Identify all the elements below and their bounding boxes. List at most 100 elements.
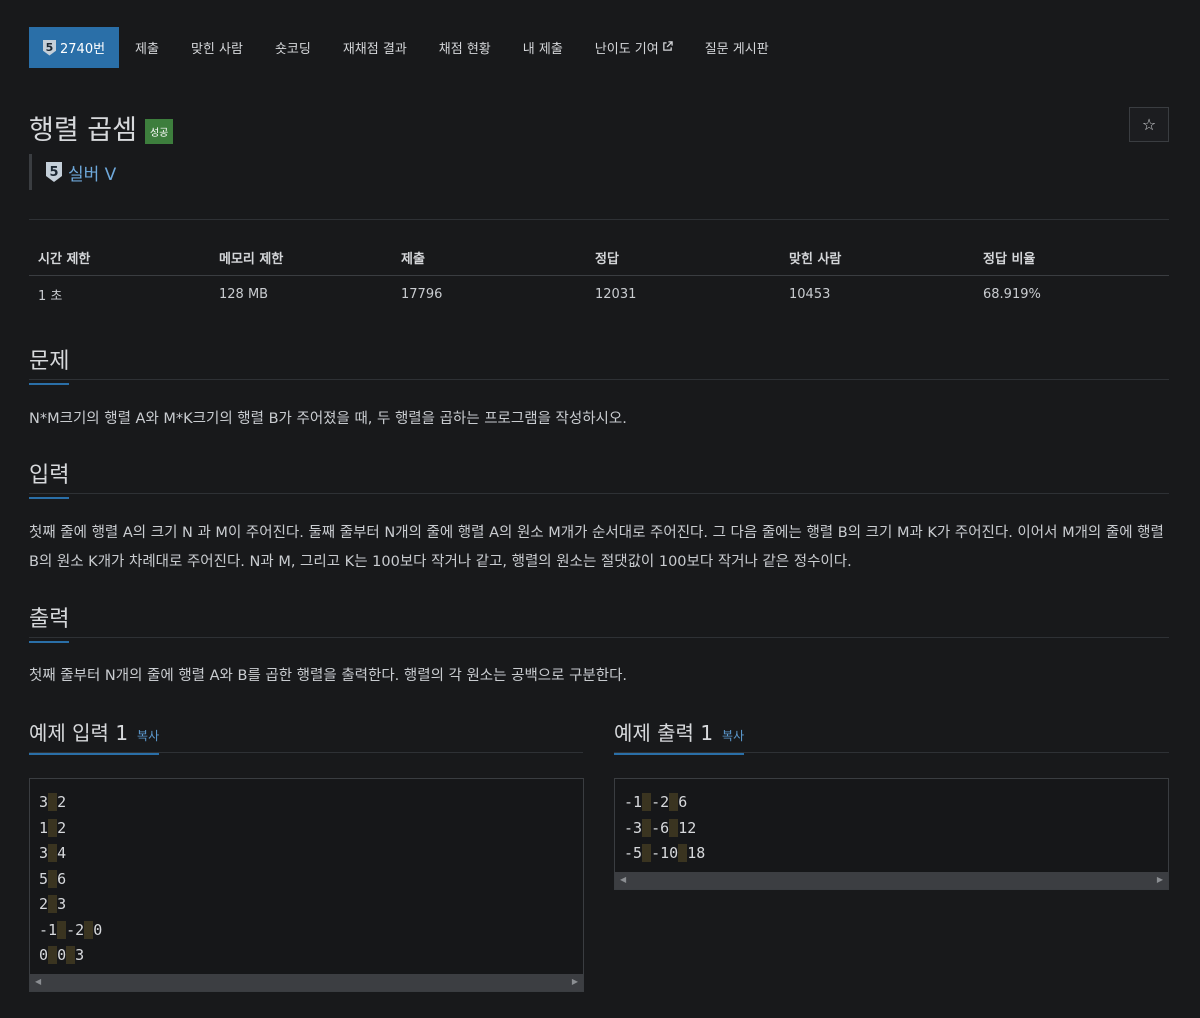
code-line: 3 4 <box>39 841 574 867</box>
code-line: -1 -2 6 <box>624 790 1159 816</box>
copy-output-link[interactable]: 복사 <box>722 727 744 744</box>
code-token: 0 <box>39 946 49 964</box>
scroll-left-icon[interactable]: ◀ <box>620 875 626 884</box>
table-row: 1 초 128 MB 17796 12031 10453 68.919% <box>29 276 1169 312</box>
header-accepted: 정답 <box>595 252 619 267</box>
code-token: 0 <box>93 920 103 939</box>
scroll-left-icon[interactable]: ◀ <box>35 977 41 986</box>
code-token: 3 <box>75 946 85 964</box>
scroll-right-icon[interactable]: ▶ <box>572 977 578 986</box>
tab-qna-label: 질문 게시판 <box>704 42 769 57</box>
sample-output-heading: 예제 출력 1 복사 <box>614 717 745 755</box>
problem-info-table: 시간 제한 메모리 제한 제출 정답 맞힌 사람 정답 비율 1 초 128 M… <box>29 240 1169 312</box>
whitespace-marker <box>669 818 679 837</box>
table-header: 시간 제한 메모리 제한 제출 정답 맞힌 사람 정답 비율 <box>29 240 1169 276</box>
code-token: 2 <box>57 818 67 837</box>
code-line: -1 -2 0 <box>39 918 574 944</box>
solvers-value: 10453 <box>789 286 831 302</box>
whitespace-marker <box>642 844 652 862</box>
whitespace-marker <box>48 895 58 913</box>
tab-status-label: 채점 현황 <box>438 42 491 57</box>
whitespace-marker <box>66 946 76 964</box>
code-line: 5 6 <box>39 867 574 893</box>
sample-input-heading: 예제 입력 1 복사 <box>29 717 160 755</box>
whitespace-marker <box>678 844 688 862</box>
sample-input-title: 예제 입력 1 <box>29 721 129 745</box>
tab-problem[interactable]: 5 2740번 <box>29 27 120 68</box>
code-token: 6 <box>678 793 688 811</box>
favorite-star-button[interactable]: ☆ <box>1129 107 1169 142</box>
code-token: 4 <box>57 844 67 862</box>
code-line: -5 -10 18 <box>624 841 1159 867</box>
sample-output-title: 예제 출력 1 <box>614 721 714 745</box>
time-limit-value: 1 초 <box>38 288 63 304</box>
memory-limit-value: 128 MB <box>219 286 269 302</box>
header-solvers: 맞힌 사람 <box>789 252 842 267</box>
sample-output-code: -1 -2 6 -3 -6 12 -5 -10 18 <box>615 779 1168 867</box>
problem-tier[interactable]: 5 실버 V <box>29 154 116 190</box>
tab-status[interactable]: 채점 현황 <box>423 27 507 68</box>
tab-submit[interactable]: 제출 <box>119 27 175 68</box>
code-token: -1 <box>624 793 643 811</box>
title-row: 행렬 곱셈 성공 <box>29 108 174 147</box>
header-memory-limit: 메모리 제한 <box>219 252 284 267</box>
output-description: 첫째 줄부터 N개의 줄에 행렬 A와 B를 곱한 행렬을 출력한다. 행렬의 … <box>29 668 628 684</box>
whitespace-marker <box>57 920 67 939</box>
code-token: -2 <box>66 920 85 939</box>
silver-tier-icon: 5 <box>46 162 62 182</box>
scroll-right-icon[interactable]: ▶ <box>1157 875 1163 884</box>
copy-input-link[interactable]: 복사 <box>137 727 159 744</box>
tab-difficulty-label: 난이도 기여 <box>594 42 659 57</box>
code-token: 1 <box>39 818 49 837</box>
code-token: 6 <box>57 869 67 888</box>
sample-input-box: 3 21 23 45 62 3 -1 -2 00 0 3 ◀ ▶ <box>29 778 584 992</box>
whitespace-marker <box>48 946 58 964</box>
problem-menu: 5 2740번 제출 맞힌 사람 숏코딩 재채점 결과 채점 현황 내 제출 난… <box>29 27 785 68</box>
code-token: 3 <box>39 844 49 862</box>
whitespace-marker <box>642 818 652 837</box>
horizontal-scrollbar[interactable]: ◀ ▶ <box>30 974 583 991</box>
silver-tier-icon: 5 <box>43 39 56 56</box>
tab-short-coding[interactable]: 숏코딩 <box>259 27 327 68</box>
divider <box>29 637 1169 638</box>
horizontal-scrollbar[interactable]: ◀ ▶ <box>615 872 1168 889</box>
tab-submit-label: 제출 <box>135 42 159 57</box>
external-link-icon <box>662 40 673 55</box>
tier-name: 실버 V <box>68 164 117 185</box>
code-token: 2 <box>39 895 49 913</box>
whitespace-marker <box>669 793 679 811</box>
submissions-value: 17796 <box>401 286 443 302</box>
tab-short-coding-label: 숏코딩 <box>274 42 311 57</box>
status-badge: 성공 <box>144 119 174 144</box>
tab-rejudge-label: 재채점 결과 <box>342 42 407 57</box>
problem-description: N*M크기의 행렬 A와 M*K크기의 행렬 B가 주어졌을 때, 두 행렬을 … <box>29 411 627 427</box>
code-token: 3 <box>39 793 49 811</box>
code-token: 2 <box>57 793 67 811</box>
header-time-limit: 시간 제한 <box>38 252 91 267</box>
tab-difficulty[interactable]: 난이도 기여 <box>579 27 689 68</box>
code-token: 5 <box>39 869 49 888</box>
tab-rejudge[interactable]: 재채점 결과 <box>327 27 423 68</box>
divider <box>29 493 1169 494</box>
input-description: 첫째 줄에 행렬 A의 크기 N 과 M이 주어진다. 둘째 줄부터 N개의 줄… <box>29 525 1164 570</box>
code-token: -10 <box>651 844 679 862</box>
code-line: 2 3 <box>39 892 574 918</box>
whitespace-marker <box>642 793 652 811</box>
code-token: 0 <box>57 946 67 964</box>
code-line: 1 2 <box>39 816 574 842</box>
code-line: 0 0 3 <box>39 943 574 969</box>
code-token: -1 <box>39 920 58 939</box>
whitespace-marker <box>84 920 94 939</box>
code-token: -5 <box>624 844 643 862</box>
divider <box>29 219 1169 220</box>
tab-problem-label: 2740번 <box>60 42 106 57</box>
header-ratio: 정답 비율 <box>983 252 1036 267</box>
tab-my-submissions-label: 내 제출 <box>522 42 563 57</box>
whitespace-marker <box>48 869 58 888</box>
tab-my-submissions[interactable]: 내 제출 <box>507 27 579 68</box>
code-token: -2 <box>651 793 670 811</box>
tab-qna[interactable]: 질문 게시판 <box>689 27 785 68</box>
problem-title: 행렬 곱셈 <box>29 115 137 146</box>
tab-solvers[interactable]: 맞힌 사람 <box>175 27 259 68</box>
whitespace-marker <box>48 818 58 837</box>
